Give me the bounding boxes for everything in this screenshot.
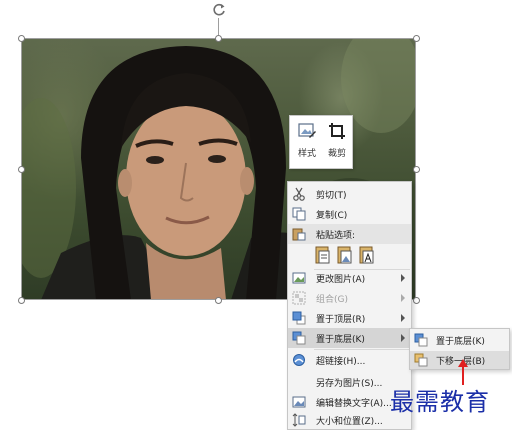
menu-item-cut[interactable]: 剪切(T)	[288, 184, 411, 204]
mini-toolbar: 样式 裁剪	[289, 115, 353, 169]
copy-icon	[292, 207, 306, 221]
resize-handle-top-left[interactable]	[18, 35, 25, 42]
submenu-arrow-icon	[401, 294, 405, 302]
menu-item-change-picture[interactable]: 更改图片(A)	[288, 268, 411, 288]
size-position-icon	[292, 413, 306, 427]
resize-handle-bottom-right[interactable]	[413, 297, 420, 304]
rotate-stem	[218, 18, 219, 35]
paste-options-row	[315, 245, 375, 267]
submenu-arrow-icon	[401, 274, 405, 282]
group-icon	[292, 291, 306, 305]
menu-item-copy[interactable]: 复制(C)	[288, 204, 411, 224]
change-picture-icon	[292, 272, 306, 284]
paste-text-only-icon[interactable]	[359, 245, 375, 265]
crop-label: 裁剪	[327, 149, 346, 159]
alt-text-icon	[292, 396, 306, 408]
send-backward-icon	[414, 353, 428, 367]
crop-button[interactable]: 裁剪	[323, 120, 351, 164]
paste-picture-icon[interactable]	[337, 245, 353, 265]
hyperlink-icon	[293, 354, 305, 366]
menu-paste-options-header: 粘贴选项:	[288, 224, 411, 244]
send-to-back-icon	[414, 333, 428, 347]
crop-icon	[329, 123, 345, 139]
resize-handle-top-right[interactable]	[413, 35, 420, 42]
resize-handle-top[interactable]	[215, 35, 222, 42]
menu-item-group[interactable]: 组合(G)	[288, 288, 411, 308]
bring-to-front-icon	[292, 311, 306, 325]
send-to-back-icon	[292, 331, 306, 345]
menu-item-hyperlink[interactable]: 超链接(H)...	[288, 350, 411, 370]
resize-handle-bottom-left[interactable]	[18, 297, 25, 304]
submenu-item-send-to-back[interactable]: 置于底层(K)	[410, 331, 509, 349]
rotate-handle-icon[interactable]	[211, 2, 227, 18]
paste-icon	[292, 228, 306, 241]
scissors-icon	[293, 187, 305, 201]
resize-handle-right[interactable]	[413, 166, 420, 173]
resize-handle-bottom[interactable]	[215, 297, 222, 304]
menu-item-send-to-back[interactable]: 置于底层(K)	[288, 328, 411, 348]
style-button[interactable]: 样式	[293, 120, 321, 164]
watermark: 最需教育	[390, 388, 490, 416]
style-label: 样式	[297, 149, 316, 159]
submenu-arrow-icon	[401, 314, 405, 322]
paste-keep-formatting-icon[interactable]	[315, 245, 331, 265]
menu-item-bring-to-front[interactable]: 置于顶层(R)	[288, 308, 411, 328]
resize-handle-left[interactable]	[18, 166, 25, 173]
picture-style-icon	[298, 123, 316, 138]
submenu-arrow-icon	[401, 334, 405, 342]
